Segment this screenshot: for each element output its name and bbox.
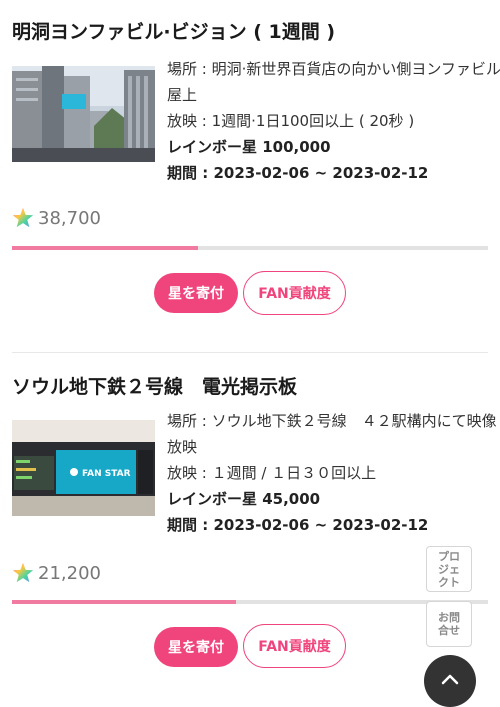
rainbow-star-icon	[12, 207, 34, 228]
rainbow-star-icon	[12, 562, 34, 583]
star-count: 38,700	[38, 207, 101, 229]
chevron-up-icon	[441, 674, 459, 685]
rainbow-star-price: レインボー星 100,000	[167, 138, 331, 156]
screening-text: 放映 : 1週間·1日100回以上 ( 20秒 )	[167, 112, 415, 130]
progress-fill	[12, 600, 236, 604]
card-info: 場所 : 明洞·新世界百貨店の向かい側ヨンファビル 屋上 放映 : 1週間·1日…	[167, 56, 500, 186]
project-side-button[interactable]: プロジェクト	[426, 546, 472, 592]
card-divider	[12, 352, 488, 353]
donate-star-button[interactable]: 星を寄付	[154, 273, 238, 313]
card-thumbnail[interactable]	[12, 66, 155, 162]
location-text: 場所 : ソウル地下鉄２号線 ４２駅構内にて映像	[167, 412, 497, 430]
location-text-cont: 放映	[167, 438, 198, 456]
fan-contribution-button[interactable]: FAN貢献度	[243, 271, 346, 315]
screen-text: FAN STAR	[82, 469, 131, 479]
scroll-top-button[interactable]	[424, 655, 476, 707]
location-text: 場所 : 明洞·新世界百貨店の向かい側ヨンファビル	[167, 60, 500, 78]
donate-star-button[interactable]: 星を寄付	[154, 627, 238, 667]
project-side-label: プロジェクト	[438, 549, 460, 589]
progress-bar	[12, 246, 488, 250]
period-text: 期間 : 2023-02-06 ~ 2023-02-12	[167, 516, 429, 534]
progress-bar	[12, 600, 488, 604]
period-text: 期間 : 2023-02-06 ~ 2023-02-12	[167, 164, 429, 182]
card-title[interactable]: ソウル地下鉄２号線 電光掲示板	[12, 372, 297, 399]
contact-side-label: お問合せ	[438, 611, 460, 637]
contact-side-button[interactable]: お問合せ	[426, 601, 472, 647]
star-total: 21,200	[12, 561, 101, 585]
rainbow-star-price: レインボー星 45,000	[167, 490, 321, 508]
location-text-cont: 屋上	[167, 86, 198, 104]
progress-fill	[12, 246, 198, 250]
star-total: 38,700	[12, 206, 101, 230]
screening-text: 放映 : １週間 / １日３０回以上	[167, 464, 377, 482]
card-info: 場所 : ソウル地下鉄２号線 ４２駅構内にて映像 放映 放映 : １週間 / １…	[167, 408, 497, 538]
star-count: 21,200	[38, 562, 101, 584]
fan-contribution-button[interactable]: FAN貢献度	[243, 624, 346, 668]
card-thumbnail[interactable]: FAN STAR	[12, 420, 155, 516]
card-title[interactable]: 明洞ヨンファビル·ビジョン ( 1週間 )	[12, 17, 335, 44]
